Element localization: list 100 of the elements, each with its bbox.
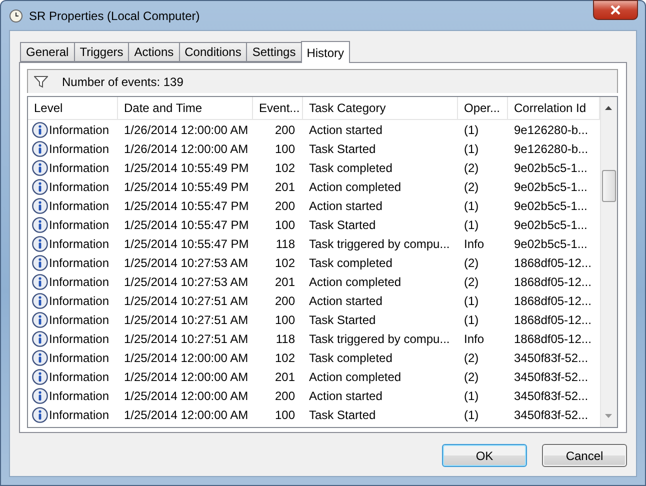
tab[interactable]: Conditions	[178, 42, 248, 62]
table-cell-text: (1)	[463, 142, 480, 156]
table-cell-text: (2)	[463, 274, 480, 288]
column-header[interactable]: Level	[28, 97, 118, 119]
table-cell-text: Task Started	[308, 408, 377, 422]
information-icon	[32, 406, 48, 422]
information-icon	[32, 292, 48, 308]
table-cell-text: Task Started	[308, 312, 377, 326]
table-cell: Information	[49, 122, 110, 136]
table-cell-text: 100	[274, 142, 296, 156]
table-cell: Information	[49, 332, 110, 346]
table-cell-text: Task Started	[308, 218, 377, 232]
table-cell-text: Info	[463, 332, 486, 346]
table-cell-text: 9e02b5c5-1...	[513, 180, 588, 194]
scroll-thumb[interactable]	[602, 170, 616, 202]
close-button[interactable]	[593, 0, 638, 20]
information-icon	[32, 388, 48, 404]
information-icon	[32, 140, 48, 156]
table-cell-text: 9e126280-b...	[513, 122, 590, 136]
table-cell-text: 1/25/2014 10:55:49 PM	[123, 180, 250, 194]
information-icon	[32, 312, 48, 328]
filter-icon[interactable]	[34, 76, 48, 88]
column-header[interactable]: Date and Time	[118, 97, 253, 119]
table-cell-text: 3450f83f-52...	[513, 408, 590, 422]
table-cell-text: 118	[274, 236, 296, 250]
cancel-button[interactable]: Cancel	[542, 444, 627, 467]
table-cell-text: Task completed	[308, 350, 394, 364]
table-cell-text: (1)	[463, 218, 480, 232]
table-cell-text: 1/25/2014 10:55:47 PM	[123, 198, 250, 212]
table-cell: Information	[49, 294, 110, 308]
table-cell-text: 1/25/2014 10:27:51 AM	[123, 332, 250, 346]
table-cell-text: 9e02b5c5-1...	[513, 198, 588, 212]
information-icon	[32, 368, 48, 384]
tab[interactable]: General	[20, 42, 75, 62]
table-cell-text: Task Started	[308, 142, 377, 156]
column-header[interactable]: Event...	[253, 97, 303, 119]
table-cell: Information	[49, 142, 110, 156]
close-icon	[610, 5, 621, 15]
table-cell-text: 1/26/2014 12:00:00 AM	[123, 142, 250, 156]
table-cell-text: (2)	[463, 256, 480, 270]
table-cell-text: (1)	[463, 312, 480, 326]
table-cell-text: (1)	[463, 408, 480, 422]
table-cell-text: (2)	[463, 180, 480, 194]
table-cell: Information	[49, 274, 110, 288]
window-title: SR Properties (Local Computer)	[29, 8, 200, 22]
table-cell-text: (2)	[463, 160, 480, 174]
table-cell-text: 1/25/2014 12:00:00 AM	[123, 388, 250, 402]
information-icon	[32, 160, 48, 176]
table-cell-text: Task triggered by compu...	[308, 236, 451, 250]
table-cell-text: 3450f83f-52...	[513, 388, 590, 402]
information-icon	[32, 198, 48, 214]
column-header[interactable]: Oper...	[458, 97, 508, 119]
table-cell-text: 9e126280-b...	[513, 142, 590, 156]
table-cell-text: 9e02b5c5-1...	[513, 160, 588, 174]
table-cell-text: 3450f83f-52...	[513, 350, 590, 364]
table-cell-text: 102	[274, 160, 296, 174]
table-cell-text: 1868df05-12...	[513, 294, 592, 308]
table-cell-text: 100	[274, 408, 296, 422]
scroll-up-arrow-icon[interactable]	[605, 106, 612, 110]
table-cell-text: Action started	[308, 388, 384, 402]
table-cell-text: 201	[274, 370, 296, 384]
tab[interactable]: Triggers	[74, 42, 130, 62]
table-cell-text: 1868df05-12...	[513, 256, 592, 270]
table-cell-text: Action completed	[308, 370, 402, 384]
event-count: Number of events: 139	[62, 74, 184, 88]
table-cell: Information	[49, 236, 110, 250]
table-cell-text: 201	[274, 180, 296, 194]
table-cell: Information	[49, 408, 110, 422]
table-cell-text: (2)	[463, 370, 480, 384]
table-cell: Information	[49, 350, 110, 364]
table-cell-text: (1)	[463, 388, 480, 402]
scrollbar[interactable]	[600, 97, 617, 427]
table-cell: Information	[49, 370, 110, 384]
table-cell-text: 9e02b5c5-1...	[513, 236, 588, 250]
information-icon	[32, 274, 48, 290]
table-cell-text: 200	[274, 198, 296, 212]
table-cell-text: Action completed	[308, 180, 402, 194]
table-cell-text: Task completed	[308, 160, 394, 174]
table-cell-text: 1/25/2014 10:27:53 AM	[123, 256, 250, 270]
table-cell-text: 1/25/2014 10:27:51 AM	[123, 312, 250, 326]
table-cell: Information	[49, 256, 110, 270]
tab[interactable]: Settings	[246, 42, 302, 62]
table-cell-text: 1/25/2014 12:00:00 AM	[123, 350, 250, 364]
tab[interactable]: Actions	[128, 42, 180, 62]
table-cell-text: 118	[274, 332, 296, 346]
table-cell: Information	[49, 388, 110, 402]
information-icon	[32, 330, 48, 346]
information-icon	[32, 216, 48, 232]
table-cell-text: 1/25/2014 10:27:51 AM	[123, 294, 250, 308]
table-cell-text: 1/25/2014 12:00:00 AM	[123, 370, 250, 384]
column-header[interactable]: Task Category	[303, 97, 458, 119]
tab[interactable]: History	[300, 41, 350, 63]
table-cell-text: 3450f83f-52...	[513, 370, 590, 384]
clock-icon	[9, 8, 23, 22]
table-cell-text: 200	[274, 388, 296, 402]
table-cell-text: Action started	[308, 294, 384, 308]
table-cell-text: (1)	[463, 198, 480, 212]
table-cell-text: (2)	[463, 350, 480, 364]
table-cell-text: 1/25/2014 10:55:47 PM	[123, 236, 250, 250]
ok-button[interactable]: OK	[442, 444, 527, 467]
